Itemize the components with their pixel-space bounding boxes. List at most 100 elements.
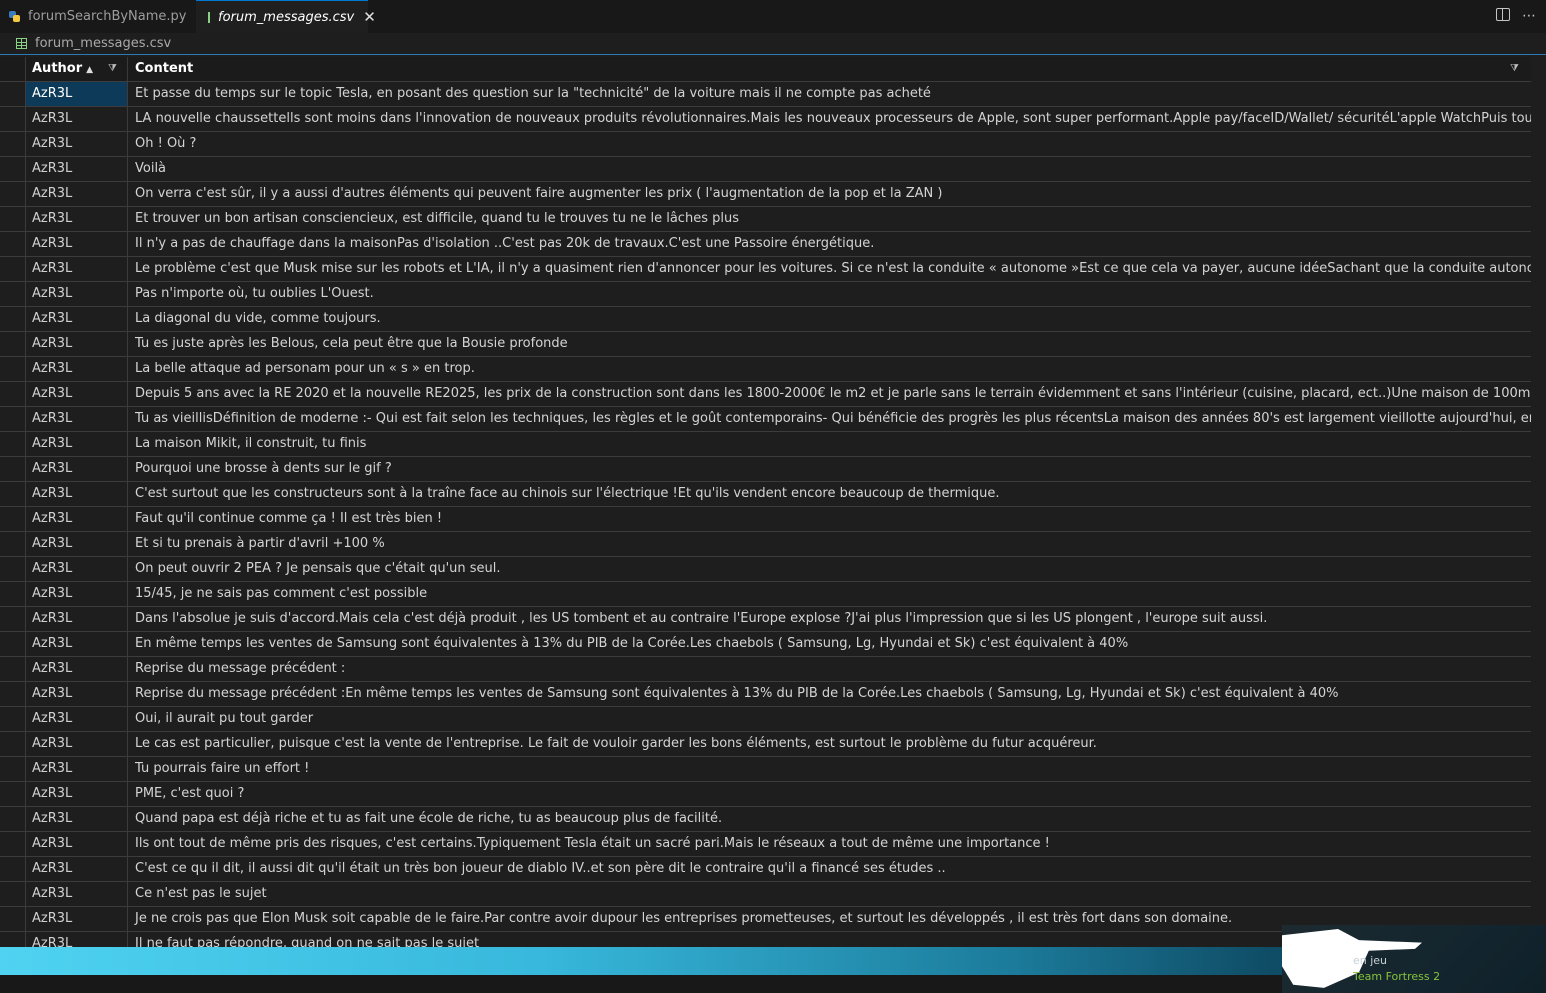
author-cell[interactable]: AzR3L bbox=[26, 782, 128, 806]
table-row[interactable]: AzR3L Reprise du message précédent : bbox=[0, 656, 1531, 681]
row-number-cell[interactable] bbox=[0, 182, 26, 206]
row-number-cell[interactable] bbox=[0, 257, 26, 281]
close-tab-icon[interactable]: ✕ bbox=[363, 8, 376, 26]
table-row[interactable]: AzR3L La maison Mikit, il construit, tu f… bbox=[0, 431, 1531, 456]
row-number-cell[interactable] bbox=[0, 707, 26, 731]
content-cell[interactable]: Voilà bbox=[128, 157, 1531, 181]
row-number-cell[interactable] bbox=[0, 157, 26, 181]
row-number-cell[interactable] bbox=[0, 632, 26, 656]
table-row[interactable]: AzR3L Tu as vieillisDéfinition de moderne… bbox=[0, 406, 1531, 431]
row-number-cell[interactable] bbox=[0, 332, 26, 356]
tab-forum-search-by-name[interactable]: forumSearchByName.py bbox=[0, 0, 190, 33]
content-cell[interactable]: Depuis 5 ans avec la RE 2020 et la nouve… bbox=[128, 382, 1531, 406]
row-number-cell[interactable] bbox=[0, 807, 26, 831]
table-row[interactable]: AzR3L C'est ce qu il dit, il aussi dit qu… bbox=[0, 856, 1531, 881]
author-cell[interactable]: AzR3L bbox=[26, 707, 128, 731]
table-row[interactable]: AzR3L On verra c'est sûr, il y a aussi d'… bbox=[0, 181, 1531, 206]
table-row[interactable]: AzR3L Voilà bbox=[0, 156, 1531, 181]
more-actions-icon[interactable]: ⋯ bbox=[1522, 8, 1536, 24]
author-cell[interactable]: AzR3L bbox=[26, 382, 128, 406]
author-cell[interactable]: AzR3L bbox=[26, 407, 128, 431]
row-number-cell[interactable] bbox=[0, 782, 26, 806]
author-cell[interactable]: AzR3L bbox=[26, 132, 128, 156]
row-number-cell[interactable] bbox=[0, 557, 26, 581]
content-cell[interactable]: La maison Mikit, il construit, tu finis bbox=[128, 432, 1531, 456]
author-cell[interactable]: AzR3L bbox=[26, 907, 128, 931]
row-number-cell[interactable] bbox=[0, 482, 26, 506]
content-cell[interactable]: Et trouver un bon artisan consciencieux,… bbox=[128, 207, 1531, 231]
author-cell[interactable]: AzR3L bbox=[26, 857, 128, 881]
row-number-cell[interactable] bbox=[0, 507, 26, 531]
row-number-cell[interactable] bbox=[0, 857, 26, 881]
table-row[interactable]: AzR3L 15/45, je ne sais pas comment c'est… bbox=[0, 581, 1531, 606]
row-number-cell[interactable] bbox=[0, 907, 26, 931]
author-cell[interactable]: AzR3L bbox=[26, 107, 128, 131]
row-number-cell[interactable] bbox=[0, 732, 26, 756]
table-row[interactable]: AzR3L Faut qu'il continue comme ça ! Il e… bbox=[0, 506, 1531, 531]
table-row[interactable]: AzR3L Pourquoi une brosse à dents sur le … bbox=[0, 456, 1531, 481]
content-cell[interactable]: Quand papa est déjà riche et tu as fait … bbox=[128, 807, 1531, 831]
author-cell[interactable]: AzR3L bbox=[26, 432, 128, 456]
author-cell[interactable]: AzR3L bbox=[26, 507, 128, 531]
row-number-cell[interactable] bbox=[0, 582, 26, 606]
author-cell[interactable]: AzR3L bbox=[26, 807, 128, 831]
row-number-cell[interactable] bbox=[0, 132, 26, 156]
content-cell[interactable]: On peut ouvrir 2 PEA ? Je pensais que c'… bbox=[128, 557, 1531, 581]
row-number-cell[interactable] bbox=[0, 457, 26, 481]
author-cell[interactable]: AzR3L bbox=[26, 832, 128, 856]
row-number-cell[interactable] bbox=[0, 357, 26, 381]
author-cell[interactable]: AzR3L bbox=[26, 882, 128, 906]
table-row[interactable]: AzR3L Le problème c'est que Musk mise sur… bbox=[0, 256, 1531, 281]
content-cell[interactable]: Tu as vieillisDéfinition de moderne :- Q… bbox=[128, 407, 1531, 431]
table-row[interactable]: AzR3L On peut ouvrir 2 PEA ? Je pensais q… bbox=[0, 556, 1531, 581]
author-cell[interactable]: AzR3L bbox=[26, 207, 128, 231]
sort-ascending-icon[interactable]: ▲ bbox=[86, 65, 93, 75]
content-cell[interactable]: Tu pourrais faire un effort ! bbox=[128, 757, 1531, 781]
row-number-cell[interactable] bbox=[0, 282, 26, 306]
author-cell[interactable]: AzR3L bbox=[26, 932, 128, 947]
row-number-cell[interactable] bbox=[0, 532, 26, 556]
content-cell[interactable]: Pas n'importe où, tu oublies L'Ouest. bbox=[128, 282, 1531, 306]
table-row[interactable]: AzR3L C'est surtout que les constructeurs… bbox=[0, 481, 1531, 506]
table-row[interactable]: AzR3L Ce n'est pas le sujet bbox=[0, 881, 1531, 906]
content-cell[interactable]: Ils ont tout de même pris des risques, c… bbox=[128, 832, 1531, 856]
author-cell[interactable]: AzR3L bbox=[26, 607, 128, 631]
content-cell[interactable]: PME, c'est quoi ? bbox=[128, 782, 1531, 806]
author-cell[interactable]: AzR3L bbox=[26, 307, 128, 331]
author-cell[interactable]: AzR3L bbox=[26, 282, 128, 306]
filter-icon[interactable]: ⧩ bbox=[1510, 57, 1519, 81]
content-cell[interactable]: Faut qu'il continue comme ça ! Il est tr… bbox=[128, 507, 1531, 531]
filter-icon[interactable]: ⧩ bbox=[108, 57, 117, 81]
content-cell[interactable]: La belle attaque ad personam pour un « s… bbox=[128, 357, 1531, 381]
author-cell[interactable]: AzR3L bbox=[26, 332, 128, 356]
table-row[interactable]: AzR3L Ils ont tout de même pris des risqu… bbox=[0, 831, 1531, 856]
author-cell[interactable]: AzR3L bbox=[26, 82, 128, 106]
vertical-scrollbar[interactable] bbox=[1531, 57, 1546, 947]
content-cell[interactable]: C'est surtout que les constructeurs sont… bbox=[128, 482, 1531, 506]
row-number-cell[interactable] bbox=[0, 432, 26, 456]
table-row[interactable]: AzR3L Le cas est particulier, puisque c'e… bbox=[0, 731, 1531, 756]
content-cell[interactable]: Et passe du temps sur le topic Tesla, en… bbox=[128, 82, 1531, 106]
table-row[interactable]: AzR3L En même temps les ventes de Samsung… bbox=[0, 631, 1531, 656]
author-cell[interactable]: AzR3L bbox=[26, 482, 128, 506]
content-cell[interactable]: C'est ce qu il dit, il aussi dit qu'il é… bbox=[128, 857, 1531, 881]
table-row[interactable]: AzR3L PME, c'est quoi ? bbox=[0, 781, 1531, 806]
game-notification[interactable]: en jeu Team Fortress 2 bbox=[1282, 925, 1546, 993]
content-cell[interactable]: Reprise du message précédent : bbox=[128, 657, 1531, 681]
table-row[interactable]: AzR3L La diagonal du vide, comme toujours… bbox=[0, 306, 1531, 331]
content-cell[interactable]: En même temps les ventes de Samsung sont… bbox=[128, 632, 1531, 656]
table-row[interactable]: AzR3L Il n'y a pas de chauffage dans la m… bbox=[0, 231, 1531, 256]
row-number-cell[interactable] bbox=[0, 832, 26, 856]
row-number-cell[interactable] bbox=[0, 407, 26, 431]
content-cell[interactable]: Et si tu prenais à partir d'avril +100 % bbox=[128, 532, 1531, 556]
breadcrumb-file[interactable]: forum_messages.csv bbox=[35, 36, 171, 51]
row-number-cell[interactable] bbox=[0, 657, 26, 681]
table-row[interactable]: AzR3L Oh ! Où ? bbox=[0, 131, 1531, 156]
author-cell[interactable]: AzR3L bbox=[26, 232, 128, 256]
table-row[interactable]: AzR3L Et passe du temps sur le topic Tesl… bbox=[0, 81, 1531, 106]
table-row[interactable]: AzR3L Tu pourrais faire un effort ! bbox=[0, 756, 1531, 781]
content-cell[interactable]: Ce n'est pas le sujet bbox=[128, 882, 1531, 906]
content-cell[interactable]: 15/45, je ne sais pas comment c'est poss… bbox=[128, 582, 1531, 606]
table-row[interactable]: AzR3L La belle attaque ad personam pour u… bbox=[0, 356, 1531, 381]
row-number-cell[interactable] bbox=[0, 682, 26, 706]
